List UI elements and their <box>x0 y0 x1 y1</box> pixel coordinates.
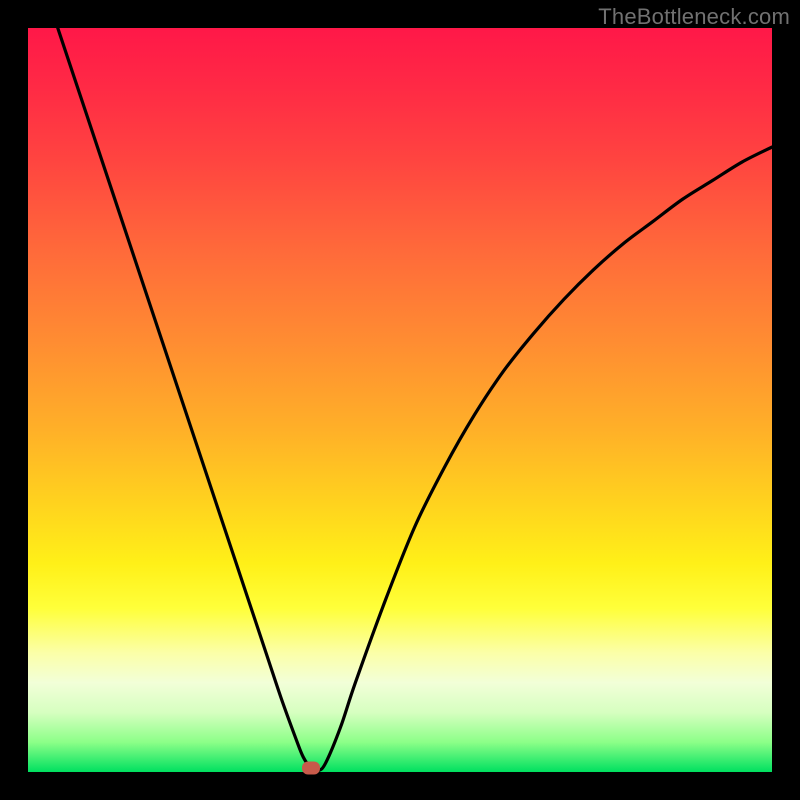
bottleneck-curve <box>28 28 772 772</box>
watermark-text: TheBottleneck.com <box>598 4 790 30</box>
chart-frame: TheBottleneck.com <box>0 0 800 800</box>
optimum-marker <box>302 761 320 774</box>
